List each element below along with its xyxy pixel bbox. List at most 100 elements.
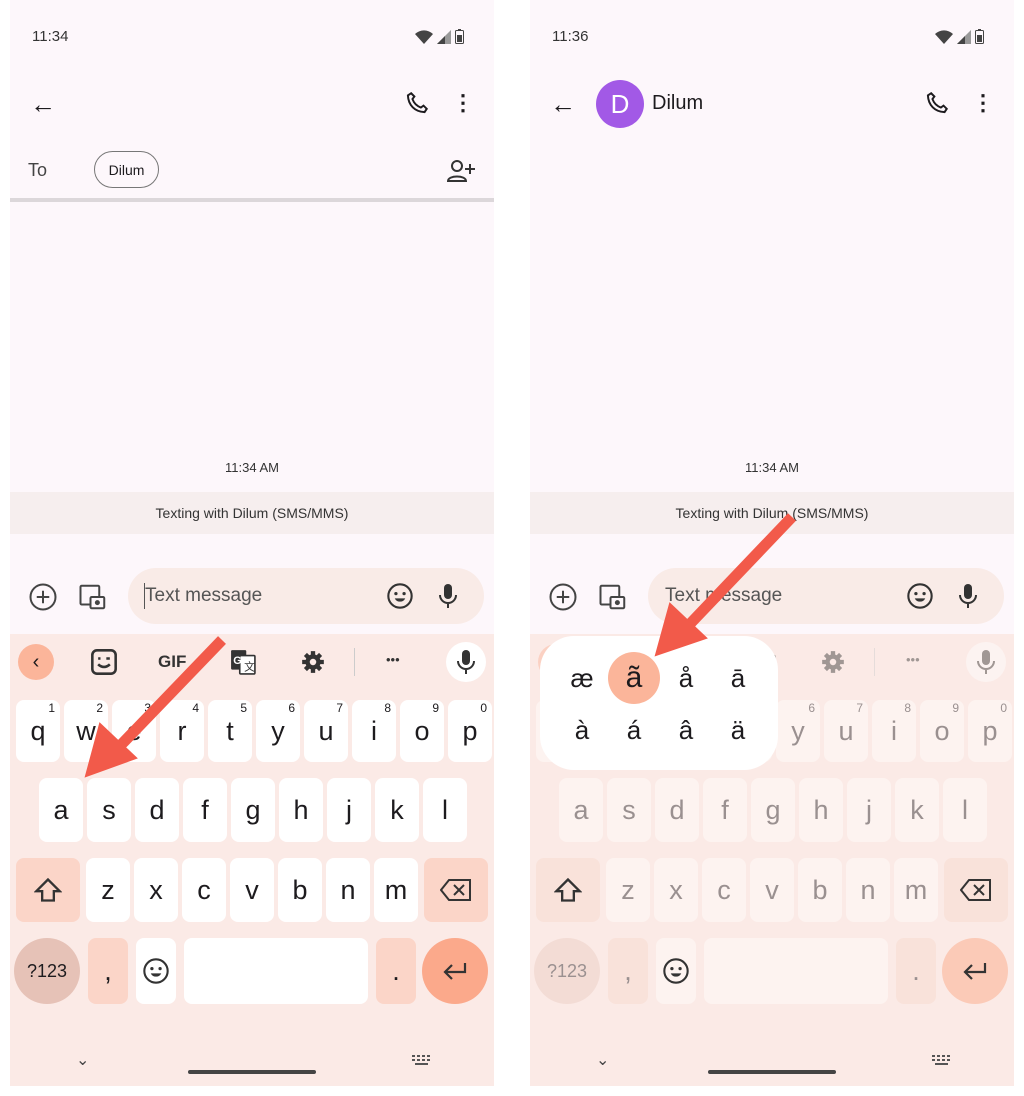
backspace-key[interactable] bbox=[424, 858, 488, 922]
more-tools-button[interactable]: ••• bbox=[906, 652, 920, 667]
home-indicator[interactable] bbox=[188, 1070, 316, 1074]
key-j[interactable]: j bbox=[327, 778, 371, 842]
key-x[interactable]: x bbox=[134, 858, 178, 922]
gallery-icon[interactable] bbox=[78, 582, 108, 617]
symbols-key[interactable]: ?123 bbox=[14, 938, 80, 1004]
shift-key[interactable] bbox=[16, 858, 80, 922]
enter-key[interactable] bbox=[422, 938, 488, 1004]
key-m[interactable]: m bbox=[894, 858, 938, 922]
key-f[interactable]: f bbox=[703, 778, 747, 842]
key-q[interactable]: q1 bbox=[16, 700, 60, 762]
accent-key[interactable]: ä bbox=[712, 704, 764, 756]
key-m[interactable]: m bbox=[374, 858, 418, 922]
key-n[interactable]: n bbox=[326, 858, 370, 922]
key-l[interactable]: l bbox=[943, 778, 987, 842]
key-f[interactable]: f bbox=[183, 778, 227, 842]
avatar[interactable]: D bbox=[596, 80, 644, 128]
gallery-icon[interactable] bbox=[598, 582, 628, 617]
key-j[interactable]: j bbox=[847, 778, 891, 842]
key-w[interactable]: w2 bbox=[64, 700, 108, 762]
more-options-icon[interactable]: ⋮ bbox=[972, 92, 994, 114]
key-k[interactable]: k bbox=[895, 778, 939, 842]
key-c[interactable]: c bbox=[182, 858, 226, 922]
key-t[interactable]: t5 bbox=[208, 700, 252, 762]
emoji-icon[interactable] bbox=[386, 582, 414, 615]
hide-keyboard-icon[interactable]: ⌄ bbox=[596, 1050, 609, 1070]
key-l[interactable]: l bbox=[423, 778, 467, 842]
add-person-icon[interactable] bbox=[446, 158, 476, 189]
add-attachment-icon[interactable] bbox=[28, 582, 58, 617]
recipient-chip[interactable]: Dilum bbox=[94, 151, 159, 188]
voice-input-icon[interactable] bbox=[956, 582, 980, 615]
backspace-key[interactable] bbox=[944, 858, 1008, 922]
space-key[interactable] bbox=[704, 938, 888, 1004]
hide-keyboard-icon[interactable]: ⌄ bbox=[76, 1050, 89, 1070]
key-h[interactable]: h bbox=[279, 778, 323, 842]
key-x[interactable]: x bbox=[654, 858, 698, 922]
emoji-key[interactable] bbox=[656, 938, 696, 1004]
key-d[interactable]: d bbox=[135, 778, 179, 842]
phone-call-icon[interactable] bbox=[404, 90, 430, 121]
key-h[interactable]: h bbox=[799, 778, 843, 842]
key-a[interactable]: a bbox=[559, 778, 603, 842]
add-attachment-icon[interactable] bbox=[548, 582, 578, 617]
gif-button[interactable]: GIF bbox=[158, 652, 186, 672]
accent-key[interactable]: æ bbox=[556, 652, 608, 704]
sticker-icon[interactable] bbox=[90, 648, 118, 681]
accent-key[interactable]: ã bbox=[608, 652, 660, 704]
comma-key[interactable]: , bbox=[608, 938, 648, 1004]
key-v[interactable]: v bbox=[230, 858, 274, 922]
key-b[interactable]: b bbox=[278, 858, 322, 922]
key-p[interactable]: p0 bbox=[968, 700, 1012, 762]
key-p[interactable]: p0 bbox=[448, 700, 492, 762]
space-key[interactable] bbox=[184, 938, 368, 1004]
key-o[interactable]: o9 bbox=[920, 700, 964, 762]
key-v[interactable]: v bbox=[750, 858, 794, 922]
translate-icon[interactable]: G文 bbox=[230, 649, 256, 680]
accent-key[interactable]: â bbox=[660, 704, 712, 756]
settings-icon[interactable] bbox=[300, 649, 326, 680]
key-e[interactable]: e3 bbox=[112, 700, 156, 762]
comma-key[interactable]: , bbox=[88, 938, 128, 1004]
message-input[interactable]: Text message bbox=[128, 568, 484, 624]
key-s[interactable]: s bbox=[607, 778, 651, 842]
accent-key[interactable]: å bbox=[660, 652, 712, 704]
key-g[interactable]: g bbox=[751, 778, 795, 842]
accent-key[interactable]: ā bbox=[712, 652, 764, 704]
key-c[interactable]: c bbox=[702, 858, 746, 922]
key-i[interactable]: i8 bbox=[352, 700, 396, 762]
key-a[interactable]: a bbox=[39, 778, 83, 842]
key-u[interactable]: u7 bbox=[304, 700, 348, 762]
key-u[interactable]: u7 bbox=[824, 700, 868, 762]
back-arrow-icon[interactable]: ← bbox=[550, 91, 576, 117]
key-d[interactable]: d bbox=[655, 778, 699, 842]
accent-key[interactable]: à bbox=[556, 704, 608, 756]
key-y[interactable]: y6 bbox=[256, 700, 300, 762]
phone-call-icon[interactable] bbox=[924, 90, 950, 121]
collapse-toolbar-button[interactable]: ‹ bbox=[18, 644, 54, 680]
key-i[interactable]: i8 bbox=[872, 700, 916, 762]
emoji-key[interactable] bbox=[136, 938, 176, 1004]
key-b[interactable]: b bbox=[798, 858, 842, 922]
keyboard-switch-icon[interactable] bbox=[932, 1054, 952, 1072]
key-y[interactable]: y6 bbox=[776, 700, 820, 762]
emoji-icon[interactable] bbox=[906, 582, 934, 615]
enter-key[interactable] bbox=[942, 938, 1008, 1004]
more-tools-button[interactable]: ••• bbox=[386, 652, 400, 667]
key-z[interactable]: z bbox=[606, 858, 650, 922]
key-r[interactable]: r4 bbox=[160, 700, 204, 762]
key-s[interactable]: s bbox=[87, 778, 131, 842]
key-g[interactable]: g bbox=[231, 778, 275, 842]
key-k[interactable]: k bbox=[375, 778, 419, 842]
period-key[interactable]: . bbox=[376, 938, 416, 1004]
key-z[interactable]: z bbox=[86, 858, 130, 922]
keyboard-mic-button[interactable] bbox=[446, 642, 486, 682]
keyboard-mic-button[interactable] bbox=[966, 642, 1006, 682]
accent-key[interactable]: á bbox=[608, 704, 660, 756]
shift-key[interactable] bbox=[536, 858, 600, 922]
home-indicator[interactable] bbox=[708, 1070, 836, 1074]
more-options-icon[interactable]: ⋮ bbox=[452, 92, 474, 114]
settings-icon[interactable] bbox=[820, 649, 846, 680]
voice-input-icon[interactable] bbox=[436, 582, 460, 615]
period-key[interactable]: . bbox=[896, 938, 936, 1004]
